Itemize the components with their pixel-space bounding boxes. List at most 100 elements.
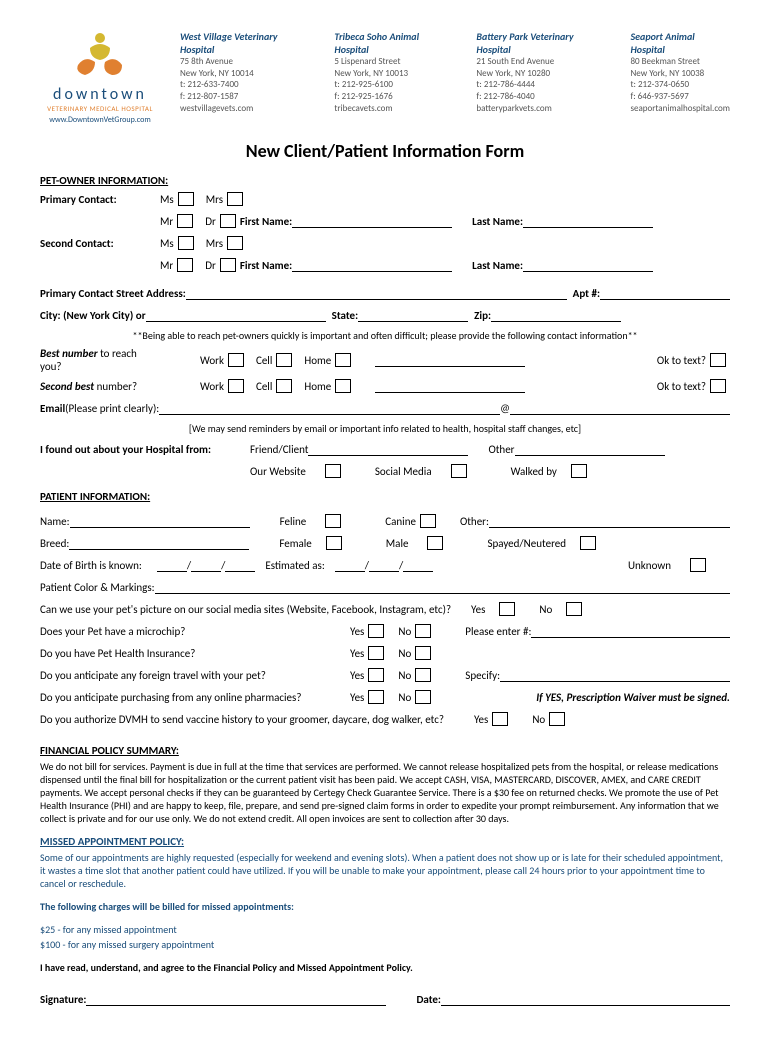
home-checkbox[interactable] (335, 353, 351, 367)
yes-label: Yes (350, 669, 364, 682)
second-number-row: Second best number? Work Cell Home Ok to… (40, 377, 730, 395)
chip-yes-checkbox[interactable] (368, 624, 384, 638)
found-label: I found out about your Hospital from: (40, 443, 250, 456)
website-checkbox[interactable] (325, 464, 341, 478)
breed-input[interactable] (69, 536, 249, 550)
street-input[interactable] (186, 286, 567, 300)
online-yes-checkbox[interactable] (368, 690, 384, 704)
work-checkbox[interactable] (228, 353, 244, 367)
num-label: number? (94, 380, 137, 393)
best-number-input[interactable] (375, 353, 525, 367)
oktext-checkbox-2[interactable] (710, 379, 726, 393)
work-label-2: Work (200, 380, 224, 393)
canine-checkbox[interactable] (420, 514, 436, 528)
logo-brand: downtown (40, 85, 160, 104)
unknown-label: Unknown (628, 559, 671, 572)
first-name-input[interactable] (292, 214, 452, 228)
missed-head: MISSED APPOINTMENT POLICY: (40, 835, 730, 848)
yes-label: Yes (350, 625, 364, 638)
ins-yes-checkbox[interactable] (368, 646, 384, 660)
cell-checkbox-2[interactable] (276, 379, 292, 393)
oktext-checkbox[interactable] (710, 353, 726, 367)
social-checkbox[interactable] (451, 464, 467, 478)
ms-checkbox[interactable] (178, 192, 194, 206)
ms-checkbox-2[interactable] (178, 236, 194, 250)
header: downtown VETERINARY MEDICAL HOSPITAL www… (40, 30, 730, 125)
mrs-checkbox[interactable] (227, 192, 243, 206)
apt-input[interactable] (600, 286, 730, 300)
species-other-input[interactable] (489, 514, 730, 528)
dr-checkbox[interactable] (220, 214, 236, 228)
chip-number-input[interactable] (531, 624, 730, 638)
work-checkbox-2[interactable] (228, 379, 244, 393)
no-label: No (398, 669, 411, 682)
mr-label-2: Mr (160, 259, 173, 272)
chip-q-label: Does your Pet have a microchip? (40, 625, 350, 638)
other-label: Other (488, 443, 514, 456)
unknown-checkbox[interactable] (690, 558, 706, 572)
spayed-checkbox[interactable] (580, 536, 596, 550)
mrs-checkbox-2[interactable] (227, 236, 243, 250)
second-contact-row2: Mr Dr First Name: Last Name: (40, 256, 730, 274)
friend-input[interactable] (308, 442, 468, 456)
apt-label: Apt #: (573, 287, 600, 300)
pet-name-input[interactable] (70, 514, 250, 528)
oktext-label: Ok to text? (657, 354, 706, 367)
other-input[interactable] (515, 442, 665, 456)
dob-mm[interactable] (157, 558, 187, 572)
waiver-label: If YES, Prescription Waiver must be sign… (536, 691, 730, 704)
ins-no-checkbox[interactable] (415, 646, 431, 660)
vacc-no-checkbox[interactable] (549, 712, 565, 726)
signature-input[interactable] (86, 992, 386, 1006)
mr-checkbox-2[interactable] (177, 258, 193, 272)
female-label: Female (279, 537, 311, 550)
cell-checkbox[interactable] (276, 353, 292, 367)
dob-dd[interactable] (191, 558, 221, 572)
feline-checkbox[interactable] (325, 514, 341, 528)
email-domain-input[interactable] (510, 401, 730, 415)
travel-no-checkbox[interactable] (415, 668, 431, 682)
dob-row: Date of Birth is known: / / Estimated as… (40, 556, 730, 574)
date-input[interactable] (441, 992, 730, 1006)
dr-checkbox-2[interactable] (220, 258, 236, 272)
second-number-input[interactable] (375, 379, 525, 393)
last-name-input[interactable] (523, 214, 653, 228)
signature-label: Signature: (40, 993, 86, 1006)
patient-section-head: PATIENT INFORMATION: (40, 490, 730, 503)
state-label: State: (332, 309, 359, 322)
vacc-yes-checkbox[interactable] (492, 712, 508, 726)
specify-input[interactable] (500, 668, 730, 682)
state-input[interactable] (358, 308, 468, 322)
agree-statement: I have read, understand, and agree to th… (40, 961, 730, 974)
logo: downtown VETERINARY MEDICAL HOSPITAL www… (40, 30, 160, 125)
primary-contact-label: Primary Contact: (40, 193, 160, 206)
location-tribeca: Tribeca Soho Animal Hospital 5 Lispenard… (334, 30, 451, 125)
ins-q-label: Do you have Pet Health Insurance? (40, 647, 350, 660)
mr-checkbox[interactable] (177, 214, 193, 228)
location-name: Tribeca Soho Animal Hospital (334, 30, 451, 56)
est-yy[interactable] (403, 558, 433, 572)
first-name-input-2[interactable] (292, 258, 452, 272)
social-no-checkbox[interactable] (566, 602, 582, 616)
travel-yes-checkbox[interactable] (368, 668, 384, 682)
home-label-2: Home (304, 380, 331, 393)
walked-checkbox[interactable] (571, 464, 587, 478)
logo-url: www.DowntownVetGroup.com (40, 115, 160, 125)
email-local-input[interactable] (159, 401, 500, 415)
last-name-input-2[interactable] (523, 258, 653, 272)
chip-no-checkbox[interactable] (415, 624, 431, 638)
online-no-checkbox[interactable] (415, 690, 431, 704)
est-mm[interactable] (335, 558, 365, 572)
city-input[interactable] (146, 308, 326, 322)
female-checkbox[interactable] (326, 536, 342, 550)
social-yes-checkbox[interactable] (499, 602, 515, 616)
male-checkbox[interactable] (427, 536, 443, 550)
secondbest-label: Second best (40, 380, 94, 393)
dob-yy[interactable] (225, 558, 255, 572)
signature-row: Signature: Date: (40, 990, 730, 1008)
est-dd[interactable] (369, 558, 399, 572)
home-checkbox-2[interactable] (335, 379, 351, 393)
est-label: Estimated as: (265, 559, 324, 572)
zip-input[interactable] (491, 308, 621, 322)
color-input[interactable] (155, 580, 730, 594)
